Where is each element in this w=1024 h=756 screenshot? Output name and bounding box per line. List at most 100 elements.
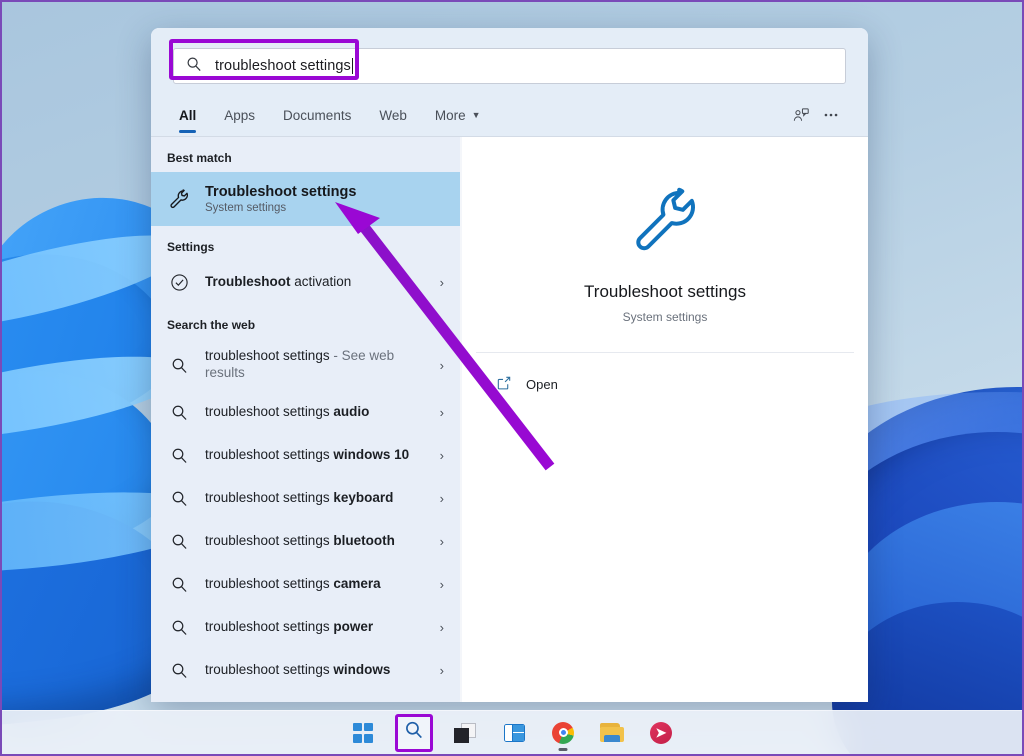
screen-frame: troubleshoot settings All Apps Documents xyxy=(0,0,1024,756)
result-suffix: audio xyxy=(333,404,369,419)
taskbar-task-view-button[interactable] xyxy=(448,716,482,750)
widgets-icon xyxy=(504,724,525,742)
result-web-3[interactable]: troubleshoot settings keyboard › xyxy=(151,477,460,520)
chevron-right-icon[interactable]: › xyxy=(440,663,450,678)
taskbar-file-explorer-button[interactable] xyxy=(595,716,629,750)
preview-actions: Open xyxy=(476,353,854,401)
task-view-icon xyxy=(454,723,476,743)
group-header-search-the-web: Search the web xyxy=(151,304,460,339)
result-web-2[interactable]: troubleshoot settings windows 10 › xyxy=(151,434,460,477)
chevron-right-icon[interactable]: › xyxy=(440,620,450,635)
search-icon xyxy=(186,56,202,77)
windows-logo-icon xyxy=(353,723,373,743)
result-query: troubleshoot settings xyxy=(205,533,333,548)
search-icon xyxy=(167,619,191,636)
result-query: troubleshoot settings xyxy=(205,490,333,505)
preview-pane: Troubleshoot settings System settings xyxy=(462,137,868,702)
result-title: troubleshoot settings audio xyxy=(205,404,426,421)
taskbar: ➤ xyxy=(2,710,1022,754)
tab-label: Documents xyxy=(283,108,351,123)
result-title: troubleshoot settings windows xyxy=(205,662,426,679)
search-input[interactable]: troubleshoot settings xyxy=(173,48,846,84)
folder-icon xyxy=(600,723,624,742)
result-title: troubleshoot settings windows 10 xyxy=(205,447,426,464)
open-action-label: Open xyxy=(526,377,558,392)
tab-documents[interactable]: Documents xyxy=(269,94,365,136)
taskbar-app-button[interactable]: ➤ xyxy=(644,716,678,750)
result-suffix: windows xyxy=(333,662,390,677)
search-icon xyxy=(167,533,191,550)
result-title: troubleshoot settings power xyxy=(205,619,426,636)
search-icon xyxy=(167,404,191,421)
result-best-match[interactable]: Troubleshoot settings System settings xyxy=(151,172,460,226)
result-title: troubleshoot settings camera xyxy=(205,576,426,593)
search-bar-wrap: troubleshoot settings xyxy=(151,28,868,84)
taskbar-search-button[interactable] xyxy=(395,714,433,752)
search-icon xyxy=(167,662,191,679)
preview-header: Troubleshoot settings System settings xyxy=(476,149,854,352)
result-text: Troubleshoot activation xyxy=(205,274,426,291)
tab-all[interactable]: All xyxy=(173,94,210,136)
result-title: troubleshoot settings - See web results xyxy=(205,348,426,382)
results-list: Best match Troubleshoot settings System … xyxy=(151,137,460,702)
result-query: troubleshoot settings xyxy=(205,662,333,677)
result-title: Troubleshoot activation xyxy=(205,274,426,291)
preview-subtitle: System settings xyxy=(476,310,854,324)
search-body: Best match Troubleshoot settings System … xyxy=(151,137,868,702)
tab-web[interactable]: Web xyxy=(365,94,421,136)
chevron-right-icon[interactable]: › xyxy=(440,491,450,506)
chevron-right-icon[interactable]: › xyxy=(440,448,450,463)
result-text: troubleshoot settings windows xyxy=(205,662,426,679)
result-web-0[interactable]: troubleshoot settings - See web results … xyxy=(151,339,460,391)
tab-label: All xyxy=(179,108,196,123)
chevron-right-icon[interactable]: › xyxy=(440,275,450,290)
result-web-6[interactable]: troubleshoot settings power › xyxy=(151,606,460,649)
result-query: troubleshoot settings xyxy=(205,619,333,634)
taskbar-widgets-button[interactable] xyxy=(497,716,531,750)
taskbar-start-button[interactable] xyxy=(346,716,380,750)
search-icon xyxy=(404,720,424,745)
tab-apps[interactable]: Apps xyxy=(210,94,269,136)
result-suffix: bluetooth xyxy=(333,533,394,548)
result-web-1[interactable]: troubleshoot settings audio › xyxy=(151,391,460,434)
group-header-settings: Settings xyxy=(151,226,460,261)
result-text: troubleshoot settings - See web results xyxy=(205,348,426,382)
result-text: troubleshoot settings camera xyxy=(205,576,426,593)
filter-tabs: All Apps Documents Web More ▼ xyxy=(151,94,868,136)
result-title-bold: Troubleshoot xyxy=(205,274,291,289)
result-suffix: windows 10 xyxy=(333,447,409,462)
result-web-7[interactable]: troubleshoot settings windows › xyxy=(151,649,460,692)
running-indicator-dot xyxy=(559,748,568,751)
result-web-4[interactable]: troubleshoot settings bluetooth › xyxy=(151,520,460,563)
check-circle-icon xyxy=(167,273,191,292)
chevron-right-icon[interactable]: › xyxy=(440,534,450,549)
search-icon xyxy=(167,357,191,374)
chevron-right-icon[interactable]: › xyxy=(440,405,450,420)
wrench-icon xyxy=(628,244,702,261)
chevron-right-icon[interactable]: › xyxy=(440,577,450,592)
more-options-icon[interactable] xyxy=(816,100,846,130)
result-text: troubleshoot settings power xyxy=(205,619,426,636)
result-subtitle: System settings xyxy=(205,202,450,214)
result-suffix: keyboard xyxy=(333,490,393,505)
result-query: troubleshoot settings xyxy=(205,447,333,462)
chrome-icon xyxy=(552,722,574,744)
tab-more[interactable]: More ▼ xyxy=(421,94,495,136)
text-caret xyxy=(352,58,353,74)
result-troubleshoot-activation[interactable]: Troubleshoot activation › xyxy=(151,261,460,304)
result-text: troubleshoot settings audio xyxy=(205,404,426,421)
result-text: troubleshoot settings windows 10 xyxy=(205,447,426,464)
open-action[interactable]: Open xyxy=(476,367,854,401)
search-icon xyxy=(167,490,191,507)
chevron-right-icon[interactable]: › xyxy=(440,358,450,373)
result-title: troubleshoot settings keyboard xyxy=(205,490,426,507)
result-web-5[interactable]: troubleshoot settings camera › xyxy=(151,563,460,606)
search-header: troubleshoot settings All Apps Documents xyxy=(151,28,868,137)
search-flyout: troubleshoot settings All Apps Documents xyxy=(151,28,868,702)
search-icon xyxy=(167,576,191,593)
result-title: Troubleshoot settings xyxy=(205,184,450,200)
result-text: Troubleshoot settings System settings xyxy=(205,184,450,214)
taskbar-chrome-button[interactable] xyxy=(546,716,580,750)
app-icon: ➤ xyxy=(650,722,672,744)
feedback-icon[interactable] xyxy=(786,100,816,130)
